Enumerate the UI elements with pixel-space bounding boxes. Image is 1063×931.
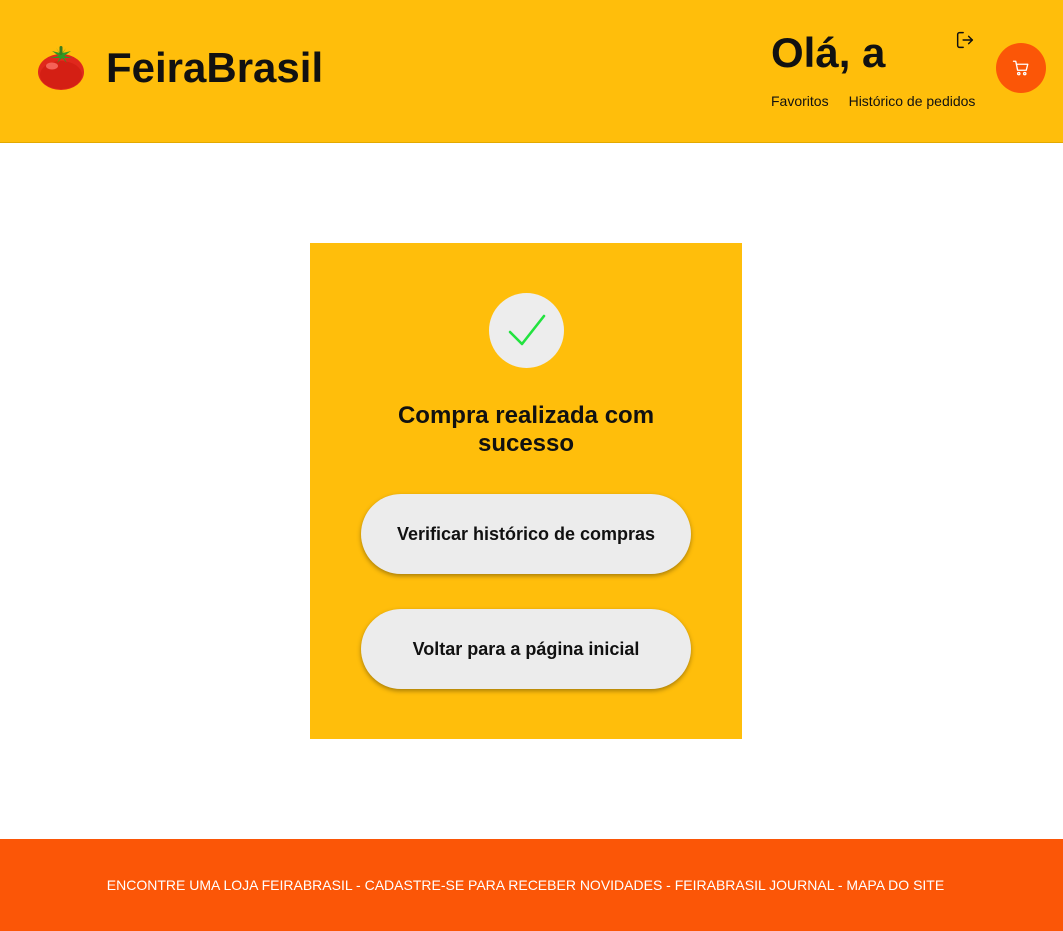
footer-separator: - [833,877,847,893]
footer-links: ENCONTRE UMA LOJA FEIRABRASIL - CADASTRE… [107,877,944,893]
check-purchase-history-button[interactable]: Verificar histórico de compras [361,494,691,574]
success-badge [489,293,564,368]
tomato-icon [38,46,84,90]
site-header: FeiraBrasil Olá, a Favoritos Histórico d… [0,0,1063,143]
footer-separator: - [352,877,365,893]
success-title: Compra realizada com sucesso [397,402,655,457]
brand-name: FeiraBrasil [106,44,324,91]
footer-link-sitemap[interactable]: MAPA DO SITE [846,877,944,893]
site-footer: ENCONTRE UMA LOJA FEIRABRASIL - CADASTRE… [0,839,1063,931]
logout-icon [956,31,974,49]
logout-button[interactable] [954,29,976,51]
footer-separator: - [662,877,675,893]
shopping-cart-icon [1012,60,1029,76]
back-to-home-button[interactable]: Voltar para a página inicial [361,609,691,689]
footer-link-newsletter[interactable]: CADASTRE-SE PARA RECEBER NOVIDADES [365,877,663,893]
nav-favorites[interactable]: Favoritos [771,93,829,109]
purchase-success-card: Compra realizada com sucesso Verificar h… [310,243,742,739]
user-nav: Favoritos Histórico de pedidos [771,93,975,109]
brand-home-link[interactable]: FeiraBrasil [36,44,323,92]
footer-link-journal[interactable]: FEIRABRASIL JOURNAL [675,877,834,893]
user-greeting: Olá, a [771,29,886,76]
footer-link-find-store[interactable]: ENCONTRE UMA LOJA FEIRABRASIL [107,877,352,893]
checkmark-icon [508,314,545,345]
nav-order-history[interactable]: Histórico de pedidos [849,93,976,109]
cart-button[interactable] [996,43,1046,93]
